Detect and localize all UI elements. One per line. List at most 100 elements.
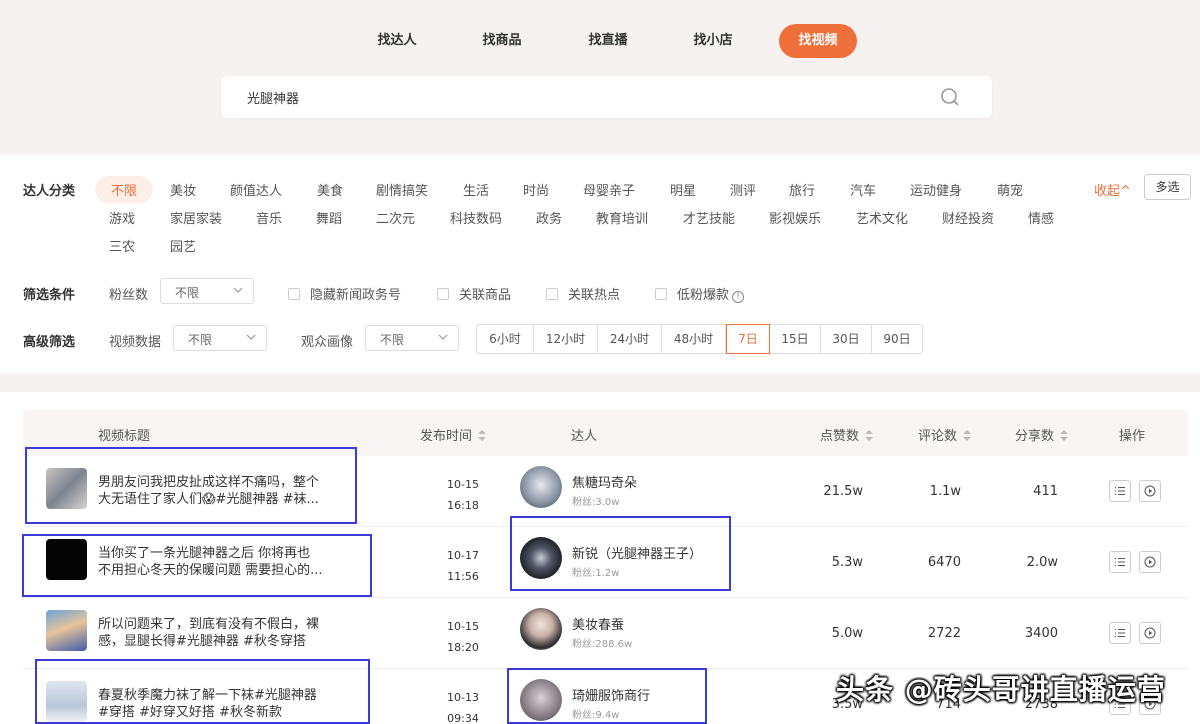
creator-name[interactable]: 焦糖玛奇朵	[572, 472, 637, 491]
header-actions: 操作	[1119, 429, 1146, 444]
time-range-5[interactable]: 15日	[770, 325, 821, 353]
category-r2-1[interactable]: 家居家装	[170, 208, 222, 227]
publish-date: 10-15	[447, 620, 479, 633]
time-range-3[interactable]: 48小时	[662, 325, 726, 353]
video-title[interactable]: 春夏秋季魔力袜了解一下袜#光腿神器 #穿搭 #好穿又好搭 #秋冬新款	[98, 687, 338, 721]
table-header: 视频标题 发布时间 达人 点赞数 评论数 分享数 操作	[23, 410, 1188, 456]
creator-name[interactable]: 美妆春蚕	[572, 614, 624, 633]
detail-button[interactable]	[1109, 551, 1131, 573]
header-shares[interactable]: 分享数	[1015, 425, 1069, 444]
category-r1-13[interactable]: 萌宠	[997, 180, 1023, 199]
category-r1-9[interactable]: 测评	[730, 180, 756, 199]
avatar[interactable]	[520, 466, 562, 508]
creator-name[interactable]: 琦姗服饰商行	[572, 685, 650, 704]
category-r2-12[interactable]: 情感	[1028, 208, 1054, 227]
audience-select[interactable]: 不限	[365, 325, 459, 351]
search-type-tabs: 找达人 找商品 找直播 找小店 找视频	[0, 24, 1200, 58]
time-range-6[interactable]: 30日	[821, 325, 872, 353]
search-input[interactable]	[247, 87, 927, 107]
tab-find-shop[interactable]: 找小店	[686, 24, 740, 58]
category-r2-5[interactable]: 科技数码	[450, 208, 502, 227]
publish-clock: 16:18	[447, 499, 479, 512]
category-r2-6[interactable]: 政务	[536, 208, 562, 227]
detail-button[interactable]	[1109, 622, 1131, 644]
header-likes[interactable]: 点赞数	[820, 425, 874, 444]
video-title-line: #穿搭 #好穿又好搭 #秋冬新款	[98, 705, 282, 720]
avatar[interactable]	[520, 679, 562, 721]
category-r2-4[interactable]: 二次元	[376, 208, 415, 227]
search-icon[interactable]	[940, 87, 960, 107]
category-r1-8[interactable]: 明星	[670, 180, 696, 199]
video-title[interactable]: 男朋友问我把皮扯成这样不痛吗，整个 大无语住了家人们😱#光腿神器 #袜...	[98, 474, 338, 508]
category-r2-10[interactable]: 艺术文化	[856, 208, 908, 227]
header-creator: 达人	[571, 429, 598, 444]
category-r1-10[interactable]: 旅行	[789, 180, 815, 199]
creator-fans: 粉丝:3.0w	[572, 497, 620, 508]
video-data-select[interactable]: 不限	[173, 325, 267, 351]
checkbox-low-fans-hit[interactable]: 低粉爆款!	[655, 284, 745, 303]
category-r2-11[interactable]: 财经投资	[942, 208, 994, 227]
fans-select-value: 不限	[175, 286, 200, 300]
time-range-0[interactable]: 6小时	[477, 325, 534, 353]
publish-clock: 09:34	[447, 712, 479, 724]
table-row[interactable]: 所以问题来了，到底有没有不假白，裸 感，显腿长得#光腿神器 #秋冬穿搭 10-15…	[23, 598, 1188, 669]
category-r1-6[interactable]: 时尚	[523, 180, 549, 199]
category-r1-2[interactable]: 颜值达人	[230, 180, 282, 199]
header-time[interactable]: 发布时间	[420, 425, 487, 444]
video-title[interactable]: 所以问题来了，到底有没有不假白，裸 感，显腿长得#光腿神器 #秋冬穿搭	[98, 616, 338, 650]
chevron-down-icon	[233, 287, 243, 293]
checkbox-label: 关联热点	[568, 288, 621, 303]
category-r1-5[interactable]: 生活	[463, 180, 489, 199]
category-r3-1[interactable]: 园艺	[170, 236, 196, 255]
category-r1-7[interactable]: 母婴亲子	[583, 180, 635, 199]
checkbox-linked-hot[interactable]: 关联热点	[546, 284, 620, 303]
header-title: 视频标题	[98, 429, 151, 444]
category-r2-2[interactable]: 音乐	[256, 208, 282, 227]
category-r2-8[interactable]: 才艺技能	[683, 208, 735, 227]
category-r1-11[interactable]: 汽车	[850, 180, 876, 199]
publish-date: 10-17	[447, 549, 479, 562]
category-r2-3[interactable]: 舞蹈	[316, 208, 342, 227]
fans-select[interactable]: 不限	[160, 278, 254, 304]
collapse-button[interactable]: 收起^	[1094, 180, 1131, 199]
chevron-down-icon	[246, 334, 256, 340]
time-range-1[interactable]: 12小时	[534, 325, 598, 353]
category-r3-0[interactable]: 三农	[109, 236, 135, 255]
video-thumbnail[interactable]	[46, 681, 87, 722]
multi-select-button[interactable]: 多选	[1144, 174, 1191, 200]
category-r2-0[interactable]: 游戏	[109, 208, 135, 227]
detail-button[interactable]	[1109, 480, 1131, 502]
avatar[interactable]	[520, 537, 562, 579]
table-row[interactable]: 当你买了一条光腿神器之后 你将再也 不用担心冬天的保暖问题 需要担心的... 10…	[23, 527, 1188, 598]
header-comments[interactable]: 评论数	[918, 425, 972, 444]
creator-name[interactable]: 新锐（光腿神器王子）	[572, 543, 702, 562]
category-r1-4[interactable]: 剧情搞笑	[376, 180, 428, 199]
table-row[interactable]: 男朋友问我把皮扯成这样不痛吗，整个 大无语住了家人们😱#光腿神器 #袜... 10…	[23, 456, 1188, 527]
video-thumbnail[interactable]	[46, 468, 87, 509]
avatar[interactable]	[520, 608, 562, 650]
video-thumbnail[interactable]	[46, 610, 87, 651]
play-button[interactable]	[1139, 622, 1161, 644]
checkbox-linked-product[interactable]: 关联商品	[437, 284, 511, 303]
play-button[interactable]	[1139, 551, 1161, 573]
checkbox-hide-news[interactable]: 隐藏新闻政务号	[288, 284, 401, 303]
category-r2-9[interactable]: 影视娱乐	[769, 208, 821, 227]
play-button[interactable]	[1139, 480, 1161, 502]
video-title[interactable]: 当你买了一条光腿神器之后 你将再也 不用担心冬天的保暖问题 需要担心的...	[98, 545, 338, 579]
time-range-2[interactable]: 24小时	[598, 325, 662, 353]
chevron-down-icon	[438, 334, 448, 340]
tab-find-creator[interactable]: 找达人	[370, 24, 424, 58]
creator-fans: 粉丝:288.6w	[572, 639, 633, 650]
category-r2-7[interactable]: 教育培训	[596, 208, 648, 227]
category-r1-12[interactable]: 运动健身	[910, 180, 962, 199]
tab-find-video[interactable]: 找视频	[779, 24, 857, 58]
info-icon[interactable]: !	[732, 291, 745, 303]
time-range-4[interactable]: 7日	[726, 324, 770, 354]
video-thumbnail[interactable]	[46, 539, 87, 580]
time-range-7[interactable]: 90日	[872, 325, 922, 353]
tab-find-product[interactable]: 找商品	[475, 24, 529, 58]
tab-find-live[interactable]: 找直播	[581, 24, 635, 58]
category-r1-1[interactable]: 美妆	[170, 180, 196, 199]
category-r1-0[interactable]: 不限	[95, 176, 154, 203]
category-r1-3[interactable]: 美食	[317, 180, 343, 199]
